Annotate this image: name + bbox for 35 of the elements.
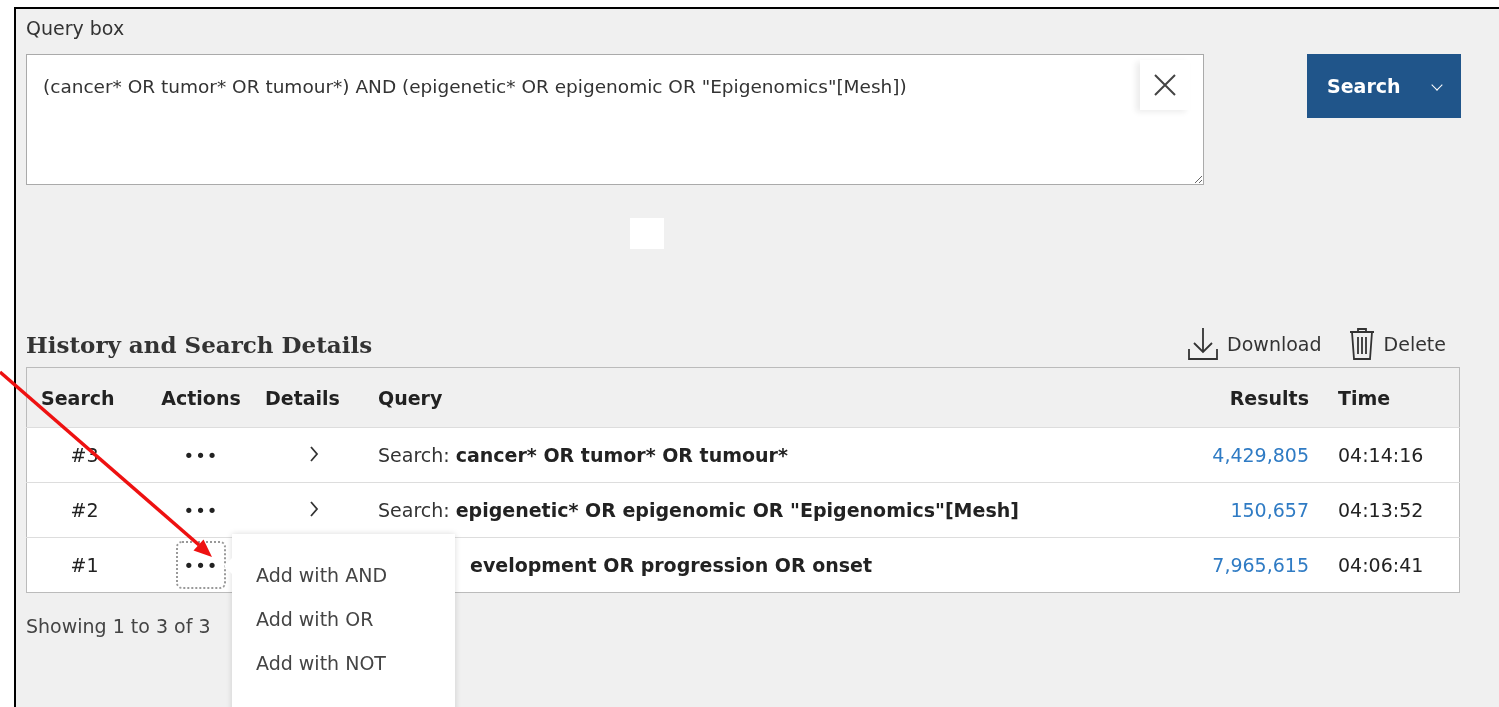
table-cell: 04:14:16 xyxy=(1310,427,1460,483)
menu-item[interactable]: Add with OR xyxy=(232,604,455,648)
search-button[interactable]: Search xyxy=(1307,54,1461,118)
table-cell: 04:13:52 xyxy=(1310,482,1460,538)
query-text: evelopment OR progression OR onset xyxy=(469,554,873,576)
column-header: Time xyxy=(1310,367,1460,428)
results-count: Showing 1 to 3 of 3 xyxy=(26,615,211,637)
query-text: Search: cancer* OR tumor* OR tumour* xyxy=(378,444,788,466)
actions-button[interactable]: ••• xyxy=(176,431,226,479)
table-cell: #2 xyxy=(26,482,142,538)
table-cell: #1 xyxy=(26,537,142,593)
delete-button[interactable]: Delete xyxy=(1347,327,1446,361)
query-field[interactable]: (cancer* OR tumor* OR tumour*) AND (epigenetic* OR epigenomic OR "Epigenomics"[Mesh]) xyxy=(26,54,1204,185)
close-icon xyxy=(1153,73,1177,97)
column-header: Details xyxy=(260,367,368,428)
results-link[interactable]: 150,657 xyxy=(1230,499,1309,521)
section-title: History and Search Details xyxy=(26,330,373,358)
clear-button[interactable] xyxy=(1140,60,1190,110)
actions-button[interactable]: ••• xyxy=(176,486,226,534)
menu-item[interactable]: Add with NOT xyxy=(232,648,455,692)
menu-item[interactable]: Add with AND xyxy=(232,560,455,604)
download-icon xyxy=(1187,327,1220,361)
trash-icon xyxy=(1347,327,1376,361)
table-cell: 04:06:41 xyxy=(1310,537,1460,593)
query-text: Search: epigenetic* OR epigenomic OR "Epigenomics"[Mesh] xyxy=(378,499,1019,521)
column-header: Query xyxy=(368,367,1138,428)
chevron-right-icon[interactable] xyxy=(309,446,319,462)
column-header: Search xyxy=(26,367,142,428)
download-button[interactable]: Download xyxy=(1187,327,1322,361)
column-header: Actions xyxy=(142,367,260,428)
column-header: Results xyxy=(1138,367,1310,428)
results-link[interactable]: 7,965,615 xyxy=(1212,554,1309,576)
chevron-right-icon[interactable] xyxy=(309,501,319,517)
results-link[interactable]: 4,429,805 xyxy=(1212,444,1309,466)
query-box-label: Query box xyxy=(26,16,126,41)
